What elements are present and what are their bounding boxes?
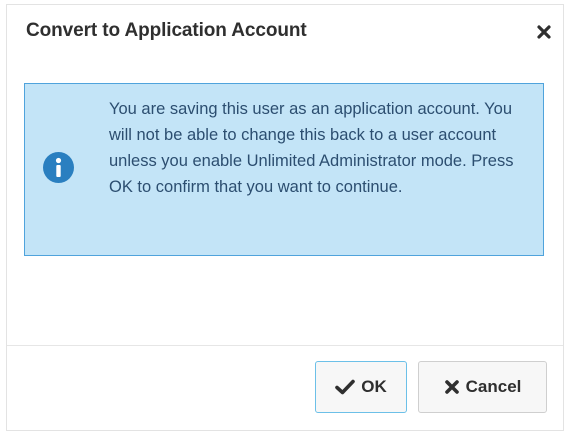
footer-divider	[7, 345, 563, 346]
close-icon	[537, 25, 551, 39]
convert-dialog: Convert to Application Account You are s…	[6, 4, 564, 431]
cancel-label: Cancel	[465, 377, 522, 396]
ok-label: OK	[361, 377, 387, 396]
info-alert: You are saving this user as an applicati…	[24, 83, 544, 256]
ok-button[interactable]: OK	[315, 361, 407, 413]
checkmark-icon	[335, 379, 356, 395]
dialog-title: Convert to Application Account	[26, 20, 307, 41]
close-button[interactable]	[535, 23, 553, 41]
dialog-header: Convert to Application Account	[7, 5, 563, 59]
info-icon	[43, 152, 74, 183]
alert-message: You are saving this user as an applicati…	[109, 100, 514, 196]
cancel-button[interactable]: Cancel	[418, 361, 547, 413]
x-icon	[444, 380, 459, 394]
